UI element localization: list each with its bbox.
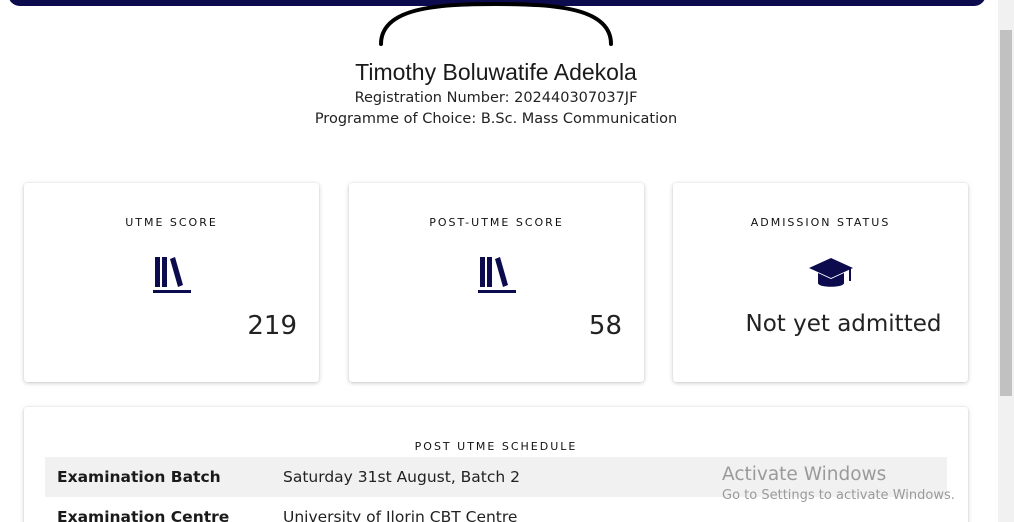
- vertical-scrollbar[interactable]: [998, 0, 1014, 522]
- candidate-name: Timothy Boluwatife Adekola: [355, 59, 637, 85]
- post-utme-score-title: POST-UTME SCORE: [429, 216, 564, 229]
- post-utme-score-card: POST-UTME SCORE 58: [349, 183, 644, 382]
- result-page: Timothy Boluwatife Adekola Registration …: [0, 0, 1014, 522]
- activate-windows-watermark: Activate Windows Go to Settings to activ…: [722, 462, 955, 504]
- utme-score-card: UTME SCORE 219: [24, 183, 319, 382]
- examination-centre-label: Examination Centre: [57, 508, 230, 522]
- books-icon: [24, 255, 319, 295]
- programme-of-choice: Programme of Choice: B.Sc. Mass Communic…: [314, 111, 678, 127]
- scrollbar-thumb[interactable]: [1000, 30, 1012, 396]
- avatar: [379, 1, 613, 46]
- schedule-title: POST UTME SCHEDULE: [414, 440, 578, 453]
- profile-info: Timothy Boluwatife Adekola Registration …: [0, 56, 992, 130]
- examination-batch-label: Examination Batch: [45, 457, 283, 497]
- activate-windows-title: Activate Windows: [722, 464, 887, 485]
- books-icon: [349, 255, 644, 295]
- graduation-cap-icon: [683, 255, 978, 295]
- registration-number: Registration Number: 202440307037JF: [354, 90, 638, 106]
- utme-score-value: 219: [247, 311, 297, 341]
- admission-status-value: Not yet admitted: [745, 311, 942, 337]
- admission-status-card: ADMISSION STATUS Not yet admitted: [673, 183, 968, 382]
- post-utme-score-value: 58: [588, 311, 622, 341]
- utme-score-title: UTME SCORE: [125, 216, 218, 229]
- admission-status-title: ADMISSION STATUS: [750, 216, 891, 229]
- activate-windows-subtitle: Go to Settings to activate Windows.: [722, 488, 955, 503]
